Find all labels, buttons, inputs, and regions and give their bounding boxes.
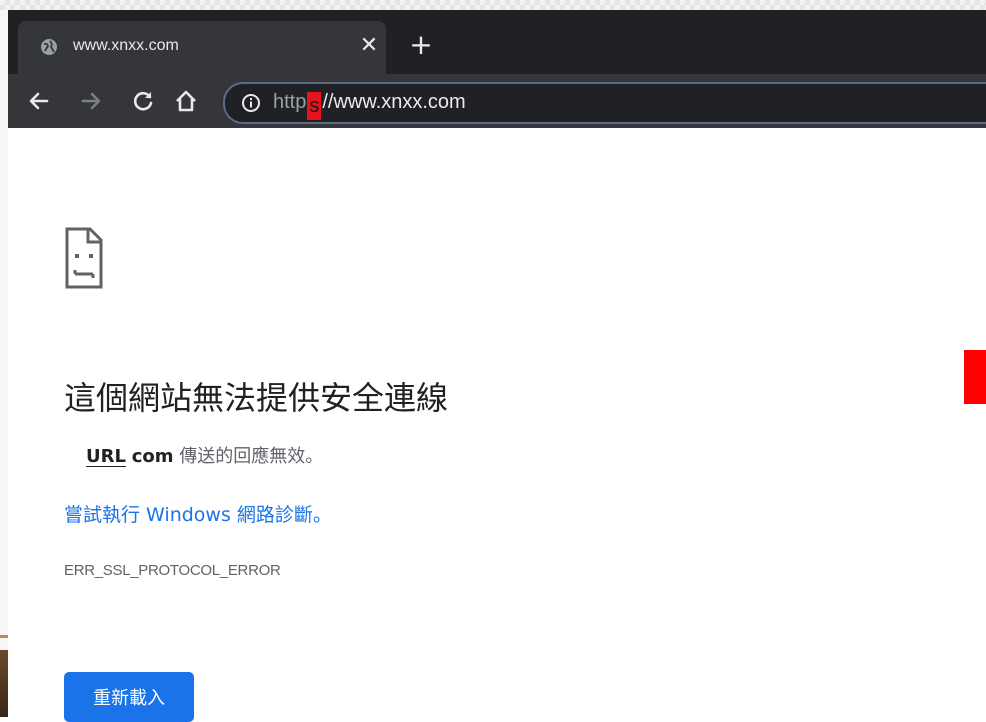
home-icon[interactable] [173, 88, 199, 114]
network-diagnostics-link[interactable]: 嘗試執行 Windows 網路診斷。 [64, 500, 332, 527]
url-scheme: http [273, 91, 307, 113]
background-photo-edge [0, 650, 8, 717]
tab-close-button[interactable]: ✕ [358, 35, 380, 57]
toolbar: http s//www.xnxx.com [8, 74, 986, 128]
url-text[interactable]: http s//www.xnxx.com [273, 91, 466, 120]
sad-page-icon [65, 227, 103, 289]
error-code: ERR_SSL_PROTOCOL_ERROR [64, 562, 281, 579]
error-page: 這個網站無法提供安全連線 URL com 傳送的回應無效。 嘗試執行 Windo… [8, 128, 986, 722]
annotation-marker [964, 350, 986, 404]
globe-icon [41, 39, 57, 55]
domain-label: com [131, 446, 174, 467]
reload-icon[interactable] [130, 88, 156, 114]
tab-strip: www.xnxx.com ✕ + [8, 10, 986, 74]
tab-title: www.xnxx.com [73, 37, 179, 54]
background-accent-line [0, 635, 8, 638]
url-host: //www.xnxx.com [322, 91, 466, 113]
background-pattern [0, 0, 986, 10]
browser-window: www.xnxx.com ✕ + http s//www.xnxx.com 這個… [8, 10, 986, 722]
forward-arrow-icon[interactable] [78, 88, 104, 114]
error-description: URL com 傳送的回應無效。 [86, 442, 323, 468]
back-arrow-icon[interactable] [26, 88, 52, 114]
error-description-text: 傳送的回應無效。 [179, 446, 324, 467]
tab-active[interactable]: www.xnxx.com ✕ [18, 21, 386, 74]
error-heading: 這個網站無法提供安全連線 [64, 379, 449, 417]
info-icon[interactable] [241, 93, 261, 113]
new-tab-button[interactable]: + [408, 31, 434, 59]
address-bar[interactable]: http s//www.xnxx.com [223, 82, 986, 124]
url-scheme-highlight: s [307, 92, 322, 120]
reload-button[interactable]: 重新載入 [64, 672, 194, 722]
url-label: URL [86, 446, 126, 467]
background-edge [0, 10, 8, 717]
